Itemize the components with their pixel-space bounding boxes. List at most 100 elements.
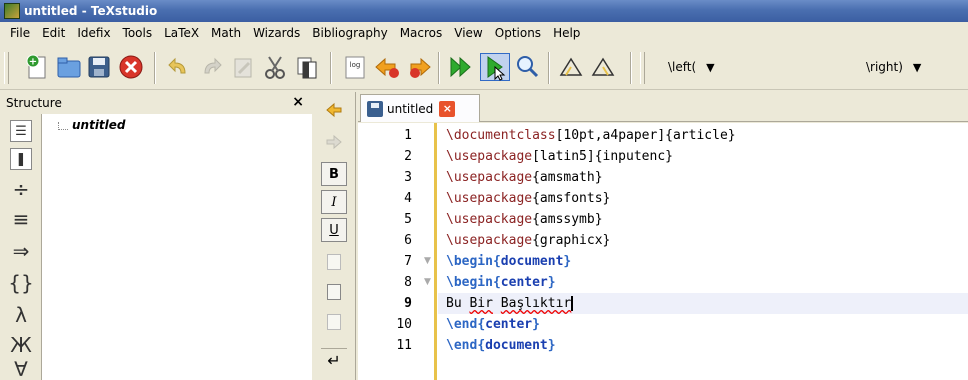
code-line[interactable]: \usepackage{amsmath} xyxy=(438,167,968,188)
left-delimiter-combo[interactable]: \left( ▼ xyxy=(668,57,715,77)
menu-file[interactable]: File xyxy=(4,26,36,40)
italic-button[interactable]: I xyxy=(321,190,347,214)
paste-icon[interactable] xyxy=(228,53,258,81)
spell-error-word[interactable]: Başlıktır xyxy=(501,296,571,311)
code-line[interactable]: \begin{center} xyxy=(438,272,968,293)
code-line[interactable]: \documentclass[10pt,a4paper]{article} xyxy=(438,125,968,146)
toolbar-separator xyxy=(630,52,632,84)
list-icon[interactable]: ☰ xyxy=(10,120,32,142)
close-icon[interactable]: × xyxy=(439,100,456,117)
begin-command: \begin xyxy=(446,254,493,269)
code-line[interactable]: \end{document} xyxy=(438,335,968,356)
undo-icon[interactable] xyxy=(164,53,194,81)
code-editor[interactable]: 1 2 3 4 5 6 7 ▼ 8 ▼ 9 10 11 \documentcla… xyxy=(358,123,968,380)
back-arrow-icon[interactable] xyxy=(321,98,347,122)
quick-build-icon[interactable] xyxy=(446,53,476,81)
redo-icon[interactable] xyxy=(196,53,226,81)
fold-marker-icon[interactable]: ▼ xyxy=(424,251,432,272)
menu-math[interactable]: Math xyxy=(205,26,247,40)
latex-command: \usepackage xyxy=(446,233,533,248)
next-error-icon[interactable] xyxy=(404,53,434,81)
latex-command: \usepackage xyxy=(446,170,533,185)
tab-untitled[interactable]: untitled × xyxy=(360,94,480,122)
tab-bar: untitled × xyxy=(358,92,968,122)
command-args: {amsmath} xyxy=(532,170,603,185)
code-line[interactable]: \usepackage[latin5]{inputenc} xyxy=(438,146,968,167)
toolbar-grip[interactable] xyxy=(4,52,9,84)
triangle-down-icon[interactable] xyxy=(588,53,618,81)
toolbar-grip[interactable] xyxy=(640,52,645,84)
greek-icon[interactable]: λ xyxy=(8,302,34,328)
line-number-current: 9 xyxy=(404,296,412,311)
newline-icon[interactable]: ↵ xyxy=(321,348,347,372)
close-icon[interactable] xyxy=(116,53,146,81)
save-icon xyxy=(367,100,383,117)
code-line[interactable]: \usepackage{graphicx} xyxy=(438,230,968,251)
menu-bibliography[interactable]: Bibliography xyxy=(306,26,393,40)
triangle-up-icon[interactable] xyxy=(556,53,586,81)
line-number: 10 xyxy=(396,317,412,332)
fold-marker-icon[interactable]: ▼ xyxy=(424,272,432,293)
copy-icon[interactable] xyxy=(292,53,322,81)
new-file-icon[interactable]: + xyxy=(22,53,52,81)
forward-arrow-icon[interactable] xyxy=(321,130,347,154)
line-number: 4 xyxy=(404,191,412,206)
log-icon[interactable]: log xyxy=(340,53,370,81)
menu-view[interactable]: View xyxy=(448,26,488,40)
menu-help[interactable]: Help xyxy=(547,26,586,40)
menu-options[interactable]: Options xyxy=(489,26,547,40)
align-right-icon[interactable] xyxy=(321,310,347,334)
editor-area: untitled × 1 2 3 4 5 6 7 ▼ 8 ▼ 9 10 11 \… xyxy=(358,92,968,380)
close-icon[interactable]: × xyxy=(292,94,304,110)
change-marker-bar xyxy=(434,123,437,380)
previous-error-icon[interactable] xyxy=(372,53,402,81)
menu-edit[interactable]: Edit xyxy=(36,26,71,40)
menu-bar: File Edit Idefix Tools LaTeX Math Wizard… xyxy=(0,22,968,44)
spell-error-word[interactable]: Bir xyxy=(469,296,492,311)
svg-text:log: log xyxy=(350,61,361,69)
code-line-current[interactable]: Bu Bir Başlıktır xyxy=(438,293,968,314)
misc-math-icon[interactable]: ∀ xyxy=(8,356,34,380)
menu-macros[interactable]: Macros xyxy=(394,26,449,40)
cyrillic-icon[interactable]: Ж xyxy=(8,332,34,358)
menu-wizards[interactable]: Wizards xyxy=(247,26,306,40)
window-title: untitled - TeXstudio xyxy=(24,4,158,18)
align-center-icon[interactable] xyxy=(321,280,347,304)
bookmark-icon[interactable]: ❚ xyxy=(10,148,32,170)
menu-tools[interactable]: Tools xyxy=(117,26,159,40)
save-icon[interactable] xyxy=(84,53,114,81)
arrows-icon[interactable]: ⇒ xyxy=(8,238,34,264)
line-number: 11 xyxy=(396,338,412,353)
cut-icon[interactable] xyxy=(260,53,290,81)
code-line[interactable]: \begin{document} xyxy=(438,251,968,272)
view-icon[interactable] xyxy=(512,53,542,81)
open-file-icon[interactable] xyxy=(54,53,84,81)
bold-button[interactable]: B xyxy=(321,162,347,186)
tree-root-node[interactable]: untitled xyxy=(72,118,126,132)
texstudio-app-icon xyxy=(4,3,20,19)
toolbar-separator xyxy=(548,52,550,84)
code-line[interactable]: \usepackage{amsfonts} xyxy=(438,188,968,209)
environment-name: center xyxy=(485,317,533,332)
compile-icon[interactable] xyxy=(480,53,510,81)
align-left-icon[interactable] xyxy=(321,250,347,274)
delimiters-icon[interactable]: {} xyxy=(8,270,34,296)
environment-name: document xyxy=(485,338,548,353)
latex-command: \documentclass xyxy=(446,128,556,143)
latex-command: \usepackage xyxy=(446,149,533,164)
right-delimiter-combo[interactable]: \right) ▼ xyxy=(866,57,921,77)
underline-button[interactable]: U xyxy=(321,218,347,242)
line-number: 8 xyxy=(404,275,412,290)
command-args: {amssymb} xyxy=(532,212,603,227)
relations-icon[interactable]: ≡ xyxy=(8,206,34,232)
menu-idefix[interactable]: Idefix xyxy=(71,26,116,40)
title-bar: untitled - TeXstudio xyxy=(0,0,968,22)
line-number: 6 xyxy=(404,233,412,248)
code-line[interactable]: \end{center} xyxy=(438,314,968,335)
operators-icon[interactable]: ÷ xyxy=(8,176,34,202)
format-toolbar: B I U ↵ xyxy=(314,92,356,380)
line-number: 5 xyxy=(404,212,412,227)
code-line[interactable]: \usepackage{amssymb} xyxy=(438,209,968,230)
menu-latex[interactable]: LaTeX xyxy=(158,26,205,40)
code-content[interactable]: \documentclass[10pt,a4paper]{article} \u… xyxy=(438,123,968,380)
